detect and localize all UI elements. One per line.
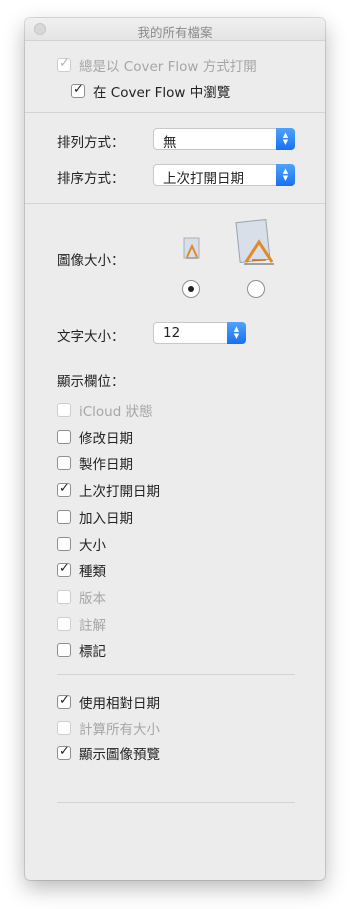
column-label: 種類 [79,564,106,580]
up-down-arrows-icon: ▲ ▼ [276,164,295,186]
column-label: 版本 [79,591,106,607]
title-bar: 我的所有檔案 [25,18,325,41]
divider [57,674,295,675]
arrange-by-popup[interactable]: 無 ▲ ▼ [153,128,295,151]
browse-in-coverflow-option[interactable]: 在 Cover Flow 中瀏覽 [71,81,230,101]
checkbox-icon[interactable] [57,744,71,760]
divider [25,203,325,204]
show-icon-preview-option[interactable]: 顯示圖像預覽 [57,743,160,763]
sort-by-label: 排序方式： [57,171,125,187]
checkbox-icon [57,721,71,735]
text-size-label: 文字大小： [57,329,125,345]
column-label: 註解 [79,618,106,634]
checkbox-icon[interactable] [57,430,71,444]
checkbox-icon[interactable] [57,456,71,470]
checkbox-icon[interactable] [57,481,71,497]
checkbox-icon[interactable] [57,510,71,524]
sort-by-popup[interactable]: 上次打開日期 ▲ ▼ [153,164,295,187]
icon-size-label: 圖像大小： [57,253,125,269]
column-comments: 註解 [57,614,106,634]
checkbox-icon[interactable] [57,561,71,577]
column-label: 製作日期 [79,457,133,473]
use-relative-dates-option[interactable]: 使用相對日期 [57,692,160,712]
always-open-coverflow-option: 總是以 Cover Flow 方式打開 [57,55,257,75]
checkbox-icon [57,403,71,417]
column-date-modified[interactable]: 修改日期 [57,427,133,447]
option-label: 使用相對日期 [79,696,160,712]
document-large-icon [235,218,274,265]
option-label: 計算所有大小 [79,722,160,738]
checkbox-icon[interactable] [57,537,71,551]
arrange-by-value: 無 [163,135,177,151]
text-size-value: 12 [163,325,181,341]
up-down-arrows-icon: ▲ ▼ [227,322,246,344]
column-kind[interactable]: 種類 [57,560,106,580]
checkbox-icon [57,590,71,604]
option-label: 總是以 Cover Flow 方式打開 [79,59,257,75]
calculate-all-sizes-option: 計算所有大小 [57,718,160,738]
column-label: 上次打開日期 [79,484,160,500]
column-label: 大小 [79,538,106,554]
arrange-by-label: 排列方式： [57,135,125,151]
divider [25,112,325,113]
option-label: 在 Cover Flow 中瀏覽 [93,85,231,101]
sort-by-value: 上次打開日期 [163,171,244,187]
column-tags[interactable]: 標記 [57,640,106,660]
column-label: iCloud 狀態 [79,404,153,420]
column-label: 加入日期 [79,511,133,527]
checkbox-icon [57,617,71,631]
column-date-added[interactable]: 加入日期 [57,507,133,527]
column-label: 修改日期 [79,431,133,447]
up-down-arrows-icon: ▲ ▼ [276,128,295,150]
divider [57,802,295,803]
checkbox-icon[interactable] [57,693,71,709]
checkbox-icon[interactable] [71,82,85,98]
checkbox-icon [57,56,71,72]
column-date-last-opened[interactable]: 上次打開日期 [57,480,160,500]
text-size-popup[interactable]: 12 ▲ ▼ [153,322,246,344]
show-columns-label: 顯示欄位： [57,374,125,390]
column-size[interactable]: 大小 [57,534,106,554]
column-icloud-status: iCloud 狀態 [57,400,153,420]
option-label: 顯示圖像預覽 [79,747,160,763]
column-label: 標記 [79,644,106,660]
view-options-window: 我的所有檔案 總是以 Cover Flow 方式打開 在 Cover Flow … [25,18,325,880]
checkbox-icon[interactable] [57,643,71,657]
window-title: 我的所有檔案 [137,25,213,40]
column-date-created[interactable]: 製作日期 [57,453,133,473]
column-version: 版本 [57,587,106,607]
document-small-icon [183,237,200,259]
icon-size-large-radio[interactable] [247,280,265,298]
icon-size-small-radio[interactable] [182,280,200,298]
